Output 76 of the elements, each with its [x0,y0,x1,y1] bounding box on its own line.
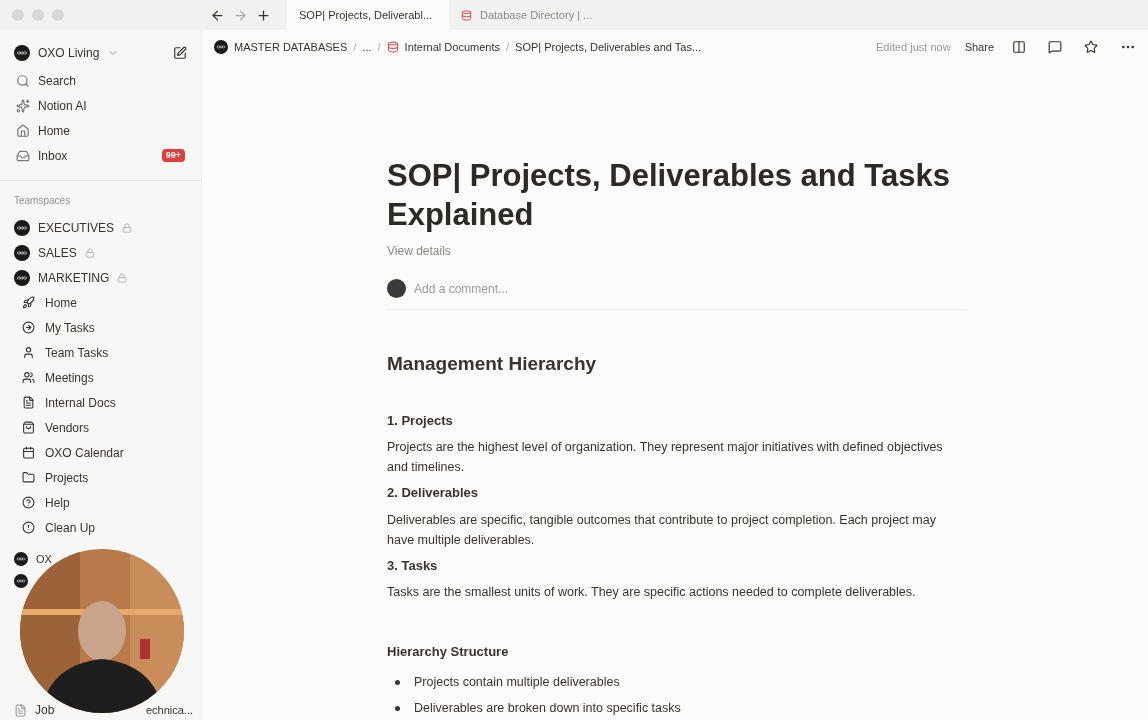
sidebar-item[interactable]: OXO Calendar [0,440,201,465]
people-icon [22,371,35,384]
sidebar-item[interactable]: Notion AI [0,93,201,118]
back-icon[interactable] [210,7,225,23]
person-icon [22,346,35,359]
list-item: Deliverables are broken down into specific tasks [414,700,681,718]
paragraph: Tasks are the smallest units of work. They are specific actions needed to complete deliverables. [387,584,917,601]
sidebar-item[interactable]: Vendors [0,415,201,440]
comment-field[interactable]: Add a comment... [414,279,967,298]
sidebar-item[interactable]: Home [0,290,201,315]
rocket-icon [22,296,35,309]
breadcrumb-item[interactable]: ... [362,38,372,56]
paragraph: Deliverables are specific, tangible outcomes that contribute to project completion. Each project may have multiple deliverables. [387,511,937,549]
avatar [387,279,406,298]
sidebar-item[interactable]: Internal Docs [0,390,201,415]
logo-icon [14,574,28,588]
sidebar-item[interactable]: Search [0,68,201,93]
breadcrumb-separator: / [353,39,357,55]
sidebar-item[interactable]: Inbox 99+ [0,143,201,168]
new-page-icon[interactable] [173,46,187,60]
section-label: Teamspaces [13,194,72,208]
bag-icon [22,421,35,434]
sidebar-item[interactable]: Help [0,490,201,515]
section-heading: Management Hierarchy [387,352,598,376]
comment-icon[interactable] [1048,40,1062,54]
breadcrumb-item[interactable]: MASTER DATABASES [234,38,348,56]
folder-icon [22,471,35,484]
new-tab-icon[interactable] [256,7,271,23]
ai-icon [16,98,30,113]
database-icon [461,9,472,21]
browser-tab[interactable]: SOP| Projects, Deliverabl... [287,0,449,30]
breadcrumb-separator: / [506,39,510,55]
page-title: SOP| Projects, Deliverables and Tasks Explained [387,157,951,234]
logo-icon [14,269,30,286]
breadcrumb-separator: / [377,39,381,55]
database-icon [386,41,399,53]
logo-icon [14,244,30,261]
sidebar-item-label[interactable]: OX [36,550,52,568]
edit-status: Edited just now [876,39,951,55]
star-icon[interactable] [1084,40,1098,54]
workspace-name[interactable]: OXO Living [38,44,100,62]
share-button[interactable]: Share [964,38,994,56]
home-icon [16,123,30,138]
sidebar-item[interactable]: Home [0,118,201,143]
teamspace-item[interactable]: MARKETING [0,265,201,290]
sidebar-item-label[interactable]: Job [35,701,55,719]
breadcrumb-item[interactable]: SOP| Projects, Deliverables and Tas... [515,38,702,56]
logo-icon [14,45,30,61]
sidebar-item[interactable]: My Tasks [0,315,201,340]
sidebar-item[interactable]: Meetings [0,365,201,390]
inbox-count: 99+ [161,148,185,163]
logo-icon [14,219,30,236]
sidebar-item[interactable]: Clean Up [0,515,201,540]
alert-icon [22,521,35,534]
list-item: Projects contain multiple deliverables [414,674,620,692]
teamspace-item[interactable]: EXECUTIVES [0,215,201,240]
subheading: Hierarchy Structure [387,643,510,661]
subheading: 1. Projects [387,411,454,430]
teamspace-item[interactable]: SALES [0,240,201,265]
paragraph: Projects are the highest level of organization. They represent major initiatives with defined objectives and timelines. [387,439,944,476]
calendar-icon [22,446,35,459]
logo-icon [14,552,28,566]
sidebar-item-label[interactable]: echnica... [145,701,193,719]
logo-icon [214,40,228,54]
subheading: 3. Tasks [387,556,439,575]
sidebar-item[interactable]: Projects [0,465,201,490]
document-icon [14,703,27,717]
doc-icon [22,396,35,409]
panel-icon[interactable] [1012,40,1026,54]
view-details-link[interactable]: View details [387,242,967,260]
help-icon [22,496,35,509]
sidebar-item[interactable]: Team Tasks [0,340,201,365]
search-icon [16,73,30,88]
subheading: 2. Deliverables [387,484,480,502]
inbox-icon [16,148,30,163]
breadcrumb-item[interactable]: Internal Documents [404,38,500,56]
